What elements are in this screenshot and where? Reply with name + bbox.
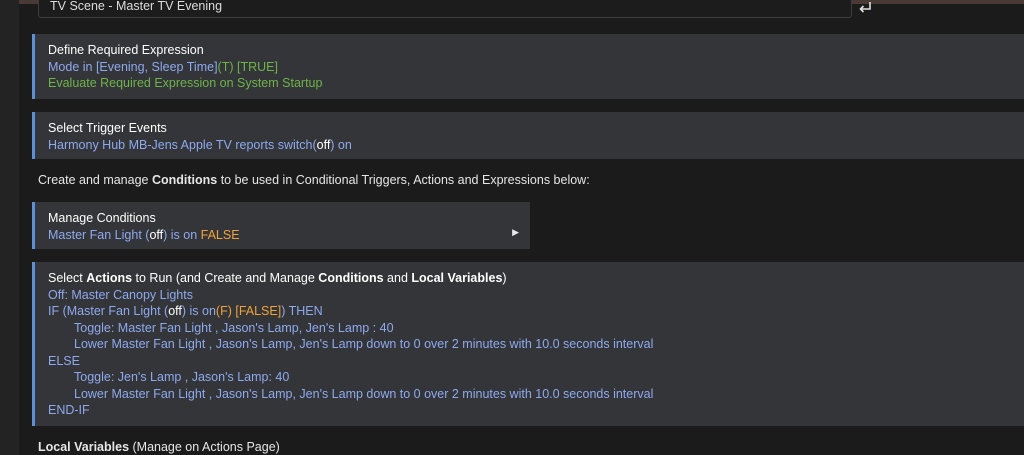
actions-title: Select Actions to Run (and Create and Ma… (48, 270, 1024, 287)
if-state: off (168, 304, 182, 318)
condition-false-value: FALSE (200, 227, 240, 242)
local-variables-title-bold: Local Variables (411, 271, 503, 285)
action-if-line: IF (Master Fan Light (off) is on(F) [FAL… (48, 303, 1024, 320)
condition-state: off (149, 227, 164, 242)
actions-title-c: and (383, 271, 412, 285)
if-then: ) THEN (281, 304, 323, 318)
local-variables-bold: Local Variables (38, 440, 130, 454)
condition-text-mid: ) is on (163, 227, 201, 242)
required-expression-title: Define Required Expression (48, 43, 204, 57)
left-sidebar-strip (0, 0, 19, 455)
action-endif: END-IF (48, 403, 90, 417)
trigger-events-card[interactable]: Select Trigger Events Harmony Hub MB-Jen… (32, 112, 1024, 159)
actions-card[interactable]: Select Actions to Run (and Create and Ma… (32, 262, 1024, 426)
expand-arrow-icon[interactable]: ▶ (512, 224, 519, 241)
trigger-event-text-end: ) on (330, 137, 352, 152)
actions-title-d: ) (502, 271, 507, 285)
condition-line: Master Fan Light (off) is on FALSE (48, 227, 530, 244)
trigger-event-state: off (316, 137, 331, 152)
toggle-2-text: Toggle: Jen's Lamp , Jason's Lamp: 40 (74, 370, 290, 384)
toggle-1-text: Toggle: Master Fan Light , Jason's Lamp,… (74, 320, 394, 335)
manage-conditions-title: Manage Conditions (48, 211, 156, 225)
conditions-title-bold: Conditions (318, 271, 384, 285)
conditions-intro-text: Create and manage Conditions to be used … (38, 173, 590, 187)
enter-return-icon[interactable] (856, 0, 874, 16)
if-text: IF (Master Fan Light ( (48, 304, 169, 318)
action-off-line: Off: Master Canopy Lights (48, 287, 193, 302)
action-toggle-2: Toggle: Jen's Lamp , Jason's Lamp: 40 (48, 369, 1024, 386)
mode-expression: Mode in [Evening, Sleep Time] (48, 59, 218, 74)
manage-conditions-card[interactable]: Manage Conditions Master Fan Light (off)… (32, 202, 530, 249)
actions-title-bold: Actions (86, 271, 133, 285)
rule-name-input[interactable] (38, 0, 852, 18)
action-lower-2: Lower Master Fan Light , Jason's Lamp, J… (48, 386, 1024, 403)
action-toggle-1: Toggle: Master Fan Light , Jason's Lamp,… (48, 320, 1024, 337)
evaluate-startup-text: Evaluate Required Expression on System S… (48, 76, 323, 90)
if-text-mid: ) is on (181, 304, 216, 318)
intro-text-start: Create and manage (38, 173, 152, 187)
local-variables-heading: Local Variables (Manage on Actions Page) (38, 440, 280, 454)
required-expression-card[interactable]: Define Required Expression Mode in [Even… (32, 34, 1024, 99)
action-else: ELSE (48, 353, 80, 368)
condition-text: Master Fan Light ( (48, 227, 150, 242)
intro-text-end: to be used in Conditional Triggers, Acti… (217, 173, 590, 187)
lower-1-text: Lower Master Fan Light , Jason's Lamp, J… (74, 337, 654, 351)
actions-title-b: to Run (and Create and Manage (132, 271, 319, 285)
trigger-events-title: Select Trigger Events (48, 121, 167, 135)
lower-2-text: Lower Master Fan Light , Jason's Lamp, J… (74, 386, 654, 401)
intro-conditions-bold: Conditions (151, 173, 218, 187)
expression-true-value: (T) [TRUE] (217, 59, 278, 74)
local-variables-note: (Manage on Actions Page) (129, 440, 280, 454)
actions-title-a: Select (48, 271, 87, 285)
if-false-value: (F) [FALSE] (215, 304, 282, 318)
trigger-event-text: Harmony Hub MB-Jens Apple TV reports swi… (48, 137, 317, 152)
trigger-event-line: Harmony Hub MB-Jens Apple TV reports swi… (48, 137, 1024, 154)
action-lower-1: Lower Master Fan Light , Jason's Lamp, J… (48, 336, 1024, 353)
required-expression-line: Mode in [Evening, Sleep Time](T) [TRUE] (48, 59, 1024, 76)
